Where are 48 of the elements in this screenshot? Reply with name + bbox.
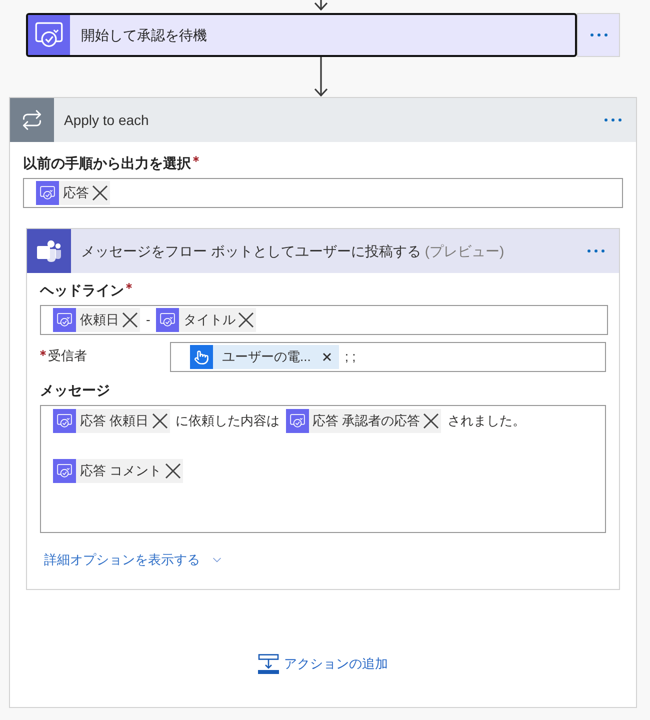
pointer-hand-icon (190, 345, 213, 369)
token-label: タイトル (182, 311, 236, 330)
circle-check-icon (53, 459, 76, 483)
token-label: ユーザーの電... (221, 348, 312, 366)
circle-check-icon (156, 308, 180, 332)
action-header[interactable]: メッセージをフロー ボットとしてユーザーに投稿する (プレビュー) (27, 229, 619, 273)
circle-check-icon (36, 181, 59, 205)
field-text: ; ; (344, 348, 357, 366)
field-text: - (145, 311, 152, 330)
advanced-options-link[interactable]: 詳細オプションを表示する (44, 551, 224, 569)
field-label: 以前の手順から出力を選択 (23, 154, 191, 173)
field-label: 受信者 (48, 347, 87, 365)
approval-step-card[interactable]: 開始して承認を待機 (26, 13, 577, 57)
circle-check-icon (53, 308, 76, 332)
remove-icon[interactable] (92, 185, 108, 201)
field-label: ヘッドライン (40, 281, 124, 300)
input-field[interactable]: 応答 (23, 178, 623, 208)
input-field[interactable]: 応答 依頼日 に依頼した内容は 応答 承認者の応答 されました。 応答 コメント (40, 405, 606, 533)
circle-check-icon (286, 409, 309, 433)
remove-icon[interactable] (238, 312, 254, 328)
connector-arrow (314, 57, 328, 97)
action-title-suffix: (プレビュー) (424, 242, 504, 261)
step-title: 開始して承認を待機 (80, 26, 207, 44)
loop-title: Apply to each (63, 110, 150, 130)
field-text: されました。 (446, 412, 526, 430)
circle-check-icon (28, 15, 70, 55)
token-label: 応答 コメント (79, 462, 163, 480)
add-action-button[interactable]: アクションの追加 (258, 653, 388, 675)
remove-icon[interactable] (152, 413, 168, 429)
token-label: 依頼日 (79, 311, 120, 330)
remove-icon[interactable] (164, 463, 181, 479)
field-text: に依頼した内容は (174, 412, 281, 430)
token-label: 応答 依頼日 (79, 412, 150, 430)
field-label: メッセージ (40, 381, 110, 400)
loop-header[interactable]: Apply to each (10, 98, 636, 142)
action-title: メッセージをフロー ボットとしてユーザーに投稿する (81, 242, 421, 260)
input-field[interactable]: 依頼日 - タイトル (40, 305, 608, 335)
input-field[interactable]: ユーザーの電... ; ; (170, 342, 606, 372)
more-icon[interactable] (590, 33, 608, 37)
remove-icon[interactable] (423, 413, 440, 429)
more-icon[interactable] (604, 118, 622, 122)
remove-icon[interactable] (322, 353, 331, 361)
circle-check-icon (53, 409, 76, 433)
token-label: 応答 (62, 184, 90, 202)
token-label: 応答 承認者の応答 (312, 412, 422, 430)
insert-step-icon (258, 654, 279, 674)
remove-icon[interactable] (122, 312, 138, 328)
more-icon[interactable] (587, 249, 605, 253)
